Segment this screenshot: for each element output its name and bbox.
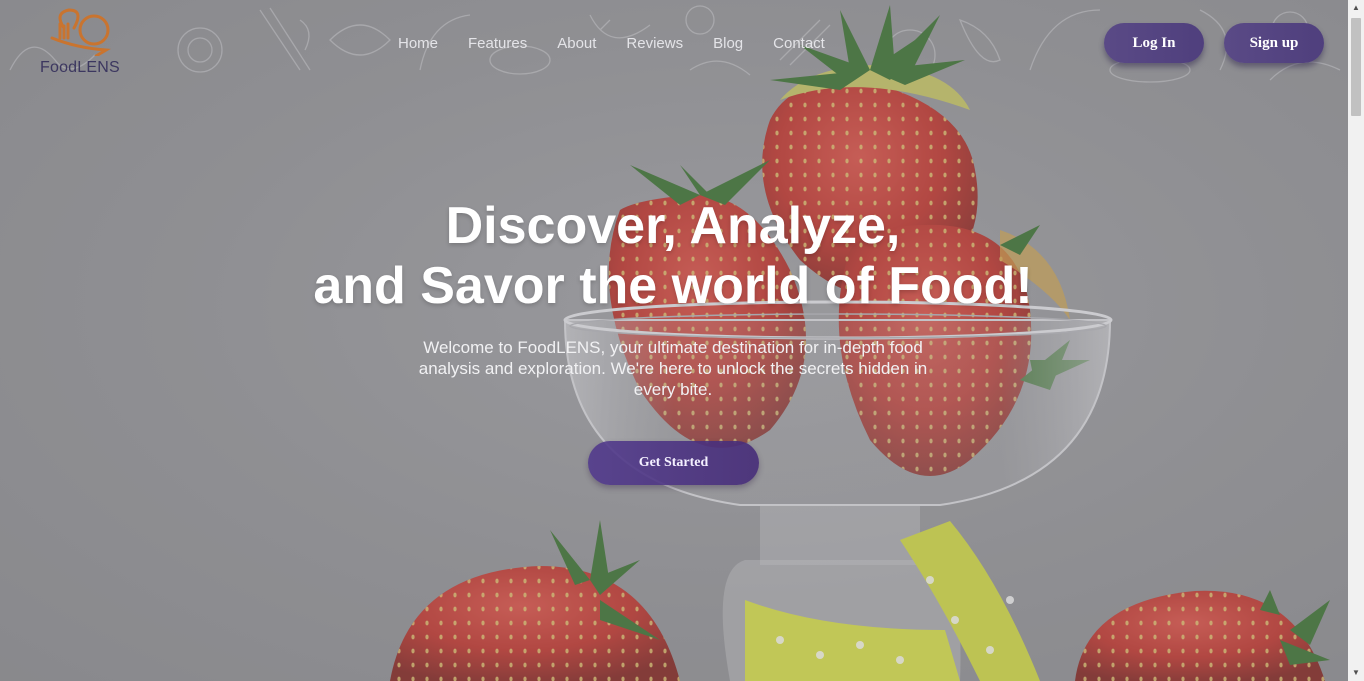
nav-contact-link[interactable]: Contact <box>773 35 825 52</box>
nav-features-link[interactable]: Features <box>468 35 527 52</box>
brand-name: FoodLENS <box>40 59 120 76</box>
nav-blog-link[interactable]: Blog <box>713 35 743 52</box>
login-button[interactable]: Log In <box>1104 23 1204 63</box>
logo-icon <box>50 8 111 56</box>
chevron-up-icon[interactable]: ▲ <box>1348 0 1364 16</box>
page-scrollbar[interactable]: ▲ ▼ <box>1348 0 1364 681</box>
nav-about-link[interactable]: About <box>557 35 596 52</box>
nav-reviews-link[interactable]: Reviews <box>626 35 683 52</box>
scrollbar-thumb[interactable] <box>1351 18 1361 116</box>
signup-button[interactable]: Sign up <box>1224 23 1324 63</box>
nav-home-link[interactable]: Home <box>398 35 438 52</box>
navbar: FoodLENS Home Features About Reviews Blo… <box>0 0 1348 88</box>
chevron-down-icon[interactable]: ▼ <box>1348 665 1364 681</box>
get-started-button[interactable]: Get Started <box>588 441 759 485</box>
hero-title: Discover, Analyze, and Savor the world o… <box>270 196 1076 316</box>
hero-title-line-2: and Savor the world of Food! <box>313 257 1033 315</box>
hero-title-line-1: Discover, Analyze, <box>445 197 901 255</box>
brand-logo[interactable]: FoodLENS <box>40 8 130 78</box>
nav-links: Home Features About Reviews Blog Contact <box>398 35 855 52</box>
hero-subtitle: Welcome to FoodLENS, your ultimate desti… <box>418 338 928 399</box>
